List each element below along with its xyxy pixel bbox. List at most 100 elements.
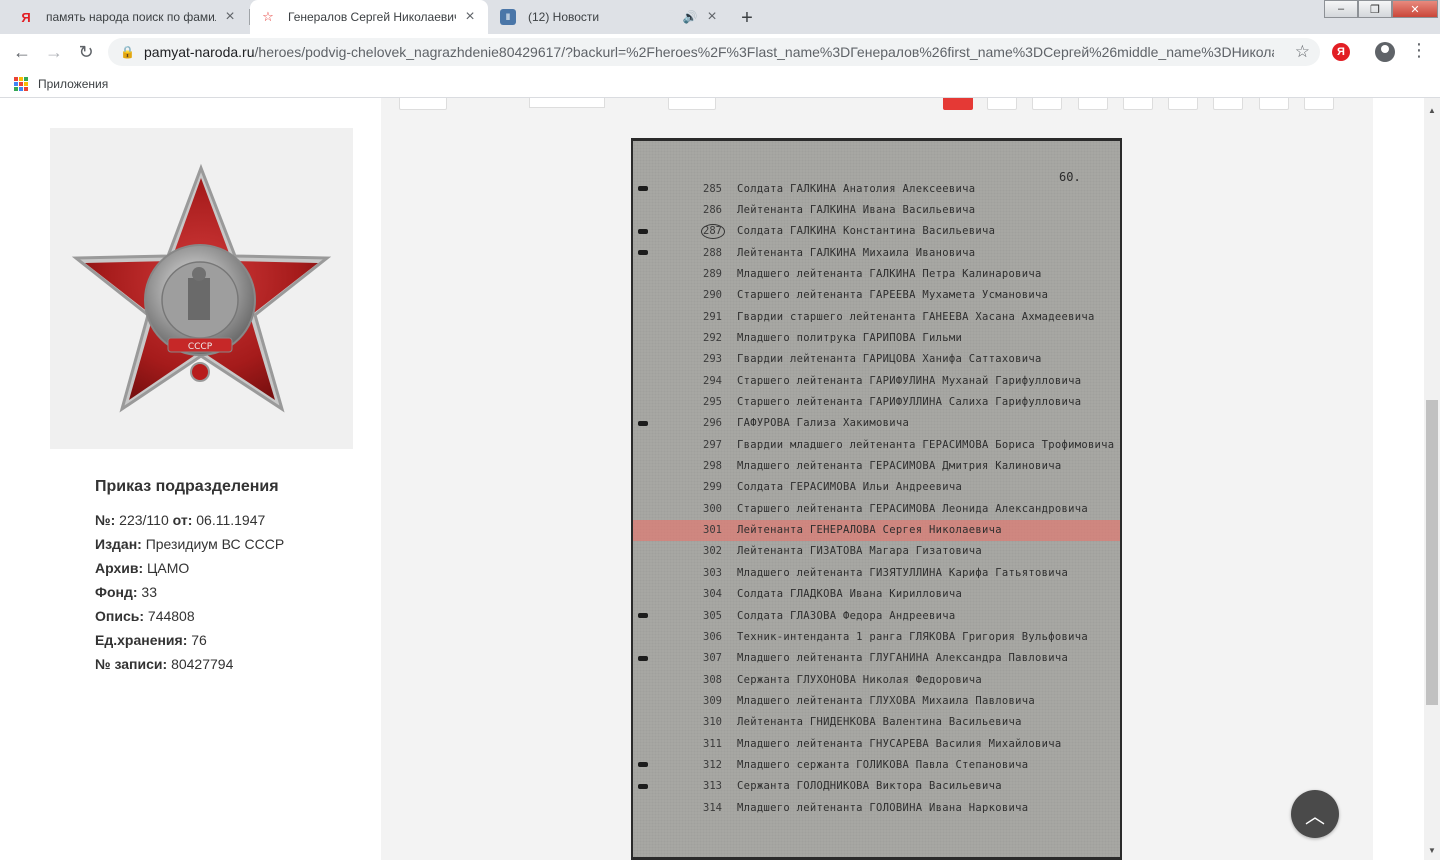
- record-number: 306: [703, 630, 722, 643]
- document-line: 305 Солдата ГЛАЗОВА Федора Андреевича: [633, 605, 1120, 626]
- document-line: 312 Младшего сержанта ГОЛИКОВА Павла Степ…: [633, 754, 1120, 775]
- record-number: 295: [703, 396, 722, 408]
- scroll-down-arrow-icon[interactable]: ▼: [1424, 842, 1440, 858]
- back-arrow-icon[interactable]: ←: [10, 40, 34, 64]
- close-icon[interactable]: ×: [462, 8, 478, 26]
- record-number: 292: [703, 331, 722, 344]
- award-sidebar: СССР Приказ подразделения №: 223/110 от:…: [0, 98, 381, 860]
- close-window-button[interactable]: ✕: [1392, 0, 1438, 18]
- punch-mark: [638, 613, 648, 618]
- record-text: Солдата ГЛАЗОВА Федора Андреевича: [737, 609, 956, 622]
- record-number: 287: [703, 225, 722, 238]
- record-text: Младшего лейтенанта ГАЛКИНА Петра Калина…: [737, 267, 1042, 280]
- yandex-extension-icon[interactable]: Я: [1332, 43, 1350, 61]
- record-text: Старшего лейтенанта ГЕРАСИМОВА Леонида А…: [737, 502, 1088, 515]
- apps-bookmark[interactable]: Приложения: [38, 77, 108, 91]
- viewer-next-button[interactable]: [668, 98, 716, 110]
- inventory-value: 744808: [147, 608, 195, 624]
- bookmark-star-icon[interactable]: ☆: [1295, 42, 1310, 62]
- tab-vk-news[interactable]: ‖ (12) Новости 🔊 ×: [490, 0, 730, 34]
- record-text: Старшего лейтенанта ГАРЕЕВА Мухамета Усм…: [737, 289, 1049, 302]
- apps-grid-icon[interactable]: [14, 76, 28, 91]
- archive-label: Архив:: [95, 560, 144, 576]
- document-line: 310 Лейтенанта ГНИДЕНКОВА Валентина Васил…: [633, 712, 1120, 733]
- maximize-button[interactable]: ❐: [1358, 0, 1392, 18]
- menu-dots-icon[interactable]: ⋮: [1410, 40, 1428, 61]
- document-line: 298 Младшего лейтенанта ГЕРАСИМОВА Дмитри…: [633, 456, 1120, 477]
- record-number: 286: [703, 203, 722, 216]
- minimize-button[interactable]: –: [1324, 0, 1358, 18]
- close-icon[interactable]: ×: [222, 8, 238, 26]
- order-number-label: №:: [95, 512, 116, 528]
- scanned-document[interactable]: 60. 285 Солдата ГАЛКИНА Анатолия Алексеев…: [631, 138, 1122, 860]
- document-line: 308 Сержанта ГЛУХОНОВА Николая Федоровича: [633, 669, 1120, 690]
- order-date-value: 06.11.1947: [196, 512, 266, 528]
- record-text: Техник-интенданта 1 ранга ГЛЯКОВА Григор…: [737, 630, 1088, 643]
- punch-mark: [638, 186, 648, 191]
- record-text: Лейтенанта ГНИДЕНКОВА Валентина Васильев…: [737, 716, 1022, 729]
- record-number: 309: [703, 694, 722, 707]
- new-tab-button[interactable]: +: [734, 5, 760, 31]
- record-text: Гвардии лейтенанта ГАРИЦОВА Ханифа Сатта…: [737, 353, 1042, 366]
- document-line: 288 Лейтенанта ГАЛКИНА Михаила Ивановича: [633, 242, 1120, 263]
- record-number: 304: [703, 588, 722, 601]
- highlighted-record-line: 301 Лейтенанта ГЕНЕРАЛОВА Сергея Николаев…: [633, 519, 1120, 541]
- record-number: 289: [703, 267, 722, 280]
- tab-generalov[interactable]: ☆ Генералов Сергей Николаевич, ×: [250, 0, 488, 34]
- viewer-highlight-button[interactable]: [943, 98, 973, 110]
- page-content: СССР Приказ подразделения №: 223/110 от:…: [0, 98, 1424, 860]
- forward-arrow-icon[interactable]: →: [42, 40, 66, 64]
- document-line: 296 ГАФУРОВА Гализа Хакимовича: [633, 413, 1120, 434]
- viewer-tool-button[interactable]: [1123, 98, 1153, 110]
- zoom-out-button[interactable]: [1078, 98, 1108, 110]
- record-number: 294: [703, 374, 722, 387]
- viewer-tool-button[interactable]: [987, 98, 1017, 110]
- scroll-to-top-button[interactable]: ︿: [1291, 790, 1339, 838]
- storage-unit-label: Ед.хранения:: [95, 632, 188, 648]
- document-line: 294 Старшего лейтенанта ГАРИФУЛИНА Мухана…: [633, 370, 1120, 391]
- document-line: 309 Младшего лейтенанта ГЛУХОВА Михаила П…: [633, 690, 1120, 711]
- address-bar[interactable]: 🔒 pamyat-naroda.ru/heroes/podvig-chelove…: [108, 38, 1320, 66]
- tab-yandex-search[interactable]: Я память народа поиск по фамил ×: [8, 0, 248, 34]
- document-page: 60. 285 Солдата ГАЛКИНА Анатолия Алексеев…: [633, 141, 1120, 857]
- scrollbar-thumb[interactable]: [1426, 400, 1438, 705]
- url-text[interactable]: pamyat-naroda.ru/heroes/podvig-chelovek_…: [144, 44, 1274, 60]
- profile-icon[interactable]: [1375, 42, 1395, 62]
- punch-mark: [638, 783, 648, 789]
- close-icon[interactable]: ×: [704, 8, 720, 26]
- page-scrollbar[interactable]: ▲ ▼: [1424, 98, 1440, 860]
- viewer-tool-button[interactable]: [1259, 98, 1289, 110]
- record-text: Солдата ГЕРАСИМОВА Ильи Андреевича: [737, 481, 963, 494]
- viewer-page-input[interactable]: [529, 98, 605, 108]
- record-text: Младшего лейтенанта ГИЗЯТУЛЛИНА Карифа Г…: [737, 566, 1069, 579]
- record-number: 288: [703, 246, 722, 259]
- viewer-prev-button[interactable]: [399, 98, 447, 110]
- vk-icon: ‖: [500, 9, 516, 25]
- record-number: 313: [703, 780, 722, 793]
- punch-mark: [638, 420, 648, 426]
- storage-unit-row: Ед.хранения: 76: [95, 628, 365, 652]
- viewer-tool-button[interactable]: [1213, 98, 1243, 110]
- record-number: 311: [703, 737, 722, 750]
- chevron-up-icon: ︿: [1305, 805, 1325, 828]
- document-line: 313 Сержанта ГОЛОДНИКОВА Виктора Васильев…: [633, 776, 1120, 797]
- record-text: Младшего лейтенанта ГЛУХОВА Михаила Павл…: [737, 694, 1035, 707]
- reload-icon[interactable]: ↻: [74, 40, 98, 64]
- tab-title: (12) Новости: [528, 10, 600, 24]
- viewer-tool-button[interactable]: [1304, 98, 1334, 110]
- browser-toolbar: ← → ↻ 🔒 pamyat-naroda.ru/heroes/podvig-c…: [0, 34, 1440, 70]
- tab-title: память народа поиск по фамил: [46, 10, 216, 24]
- document-line: 292 Младшего политрука ГАРИПОВА Гильми: [633, 327, 1120, 348]
- record-number: 296: [703, 417, 722, 430]
- issuer-row: Издан: Президиум ВС СССР: [95, 532, 365, 556]
- speaker-icon[interactable]: 🔊: [682, 10, 698, 24]
- document-line: 306 Техник-интенданта 1 ранга ГЛЯКОВА Гри…: [633, 626, 1120, 647]
- zoom-in-button[interactable]: [1032, 98, 1062, 110]
- scroll-up-arrow-icon[interactable]: ▲: [1424, 102, 1440, 118]
- record-text: Младшего лейтенанта ГЕРАСИМОВА Дмитрия К…: [737, 460, 1062, 473]
- viewer-tool-button[interactable]: [1168, 98, 1198, 110]
- right-gutter: [1373, 98, 1424, 860]
- fond-label: Фонд:: [95, 584, 138, 600]
- fond-value: 33: [141, 584, 157, 600]
- inventory-row: Опись: 744808: [95, 604, 365, 628]
